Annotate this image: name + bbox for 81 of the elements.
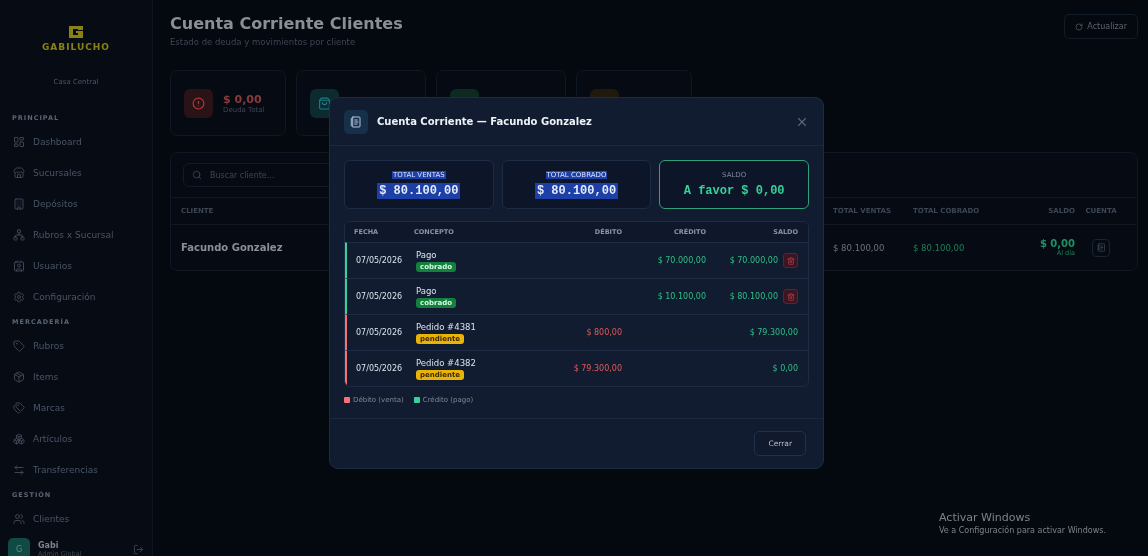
alert-icon bbox=[192, 96, 205, 110]
nav-item[interactable]: Transferencias bbox=[0, 454, 152, 485]
boxes-icon bbox=[13, 432, 25, 445]
trash-icon bbox=[786, 292, 795, 301]
concept-text: Pedido #4382 bbox=[416, 357, 476, 368]
table-cell-text: $ 80.100,00 bbox=[833, 242, 886, 253]
account-button[interactable] bbox=[1092, 238, 1110, 257]
credit-cell-text: $ 70.000,00 bbox=[656, 256, 706, 265]
hierarchy-icon bbox=[13, 228, 25, 241]
date-cell-text: 07/05/2026 bbox=[356, 328, 404, 337]
nav-label: Items bbox=[33, 371, 59, 382]
nav-item[interactable]: Usuarios bbox=[0, 250, 152, 281]
search-icon bbox=[192, 170, 202, 180]
arrows-icon bbox=[13, 463, 25, 476]
settings-icon bbox=[13, 290, 25, 303]
nav-item[interactable]: Items bbox=[0, 361, 152, 392]
summary-value: A favor $ 0,00 bbox=[682, 182, 786, 199]
activation-title: Activar Windows bbox=[939, 511, 1032, 524]
nav-label: Usuarios bbox=[33, 260, 72, 271]
summary-value: $ 80.100,00 bbox=[377, 182, 461, 199]
concept-text: Pago bbox=[416, 285, 437, 296]
page-title: Cuenta Corriente Clientes bbox=[170, 14, 403, 33]
dashboard-icon bbox=[13, 135, 25, 148]
refresh-button[interactable]: Actualizar bbox=[1064, 14, 1138, 39]
notebook-icon bbox=[350, 115, 362, 128]
delete-button[interactable] bbox=[783, 253, 798, 268]
nav-item[interactable]: Rubros x Sucursal bbox=[0, 219, 152, 250]
summary-value: $ 80.100,00 bbox=[534, 182, 619, 199]
balance-cell: $ 80.100,00 bbox=[729, 292, 778, 301]
logout-icon[interactable] bbox=[133, 543, 144, 555]
logo-text: GABILUCHO bbox=[41, 42, 111, 52]
user-name: Gabi bbox=[38, 540, 60, 550]
delete-button[interactable] bbox=[783, 289, 798, 304]
table-cell-text: $ 80.100,00 bbox=[913, 242, 966, 253]
nav-item[interactable]: Depósitos bbox=[0, 188, 152, 219]
debit-cell-text: $ 800,00 bbox=[585, 328, 622, 337]
nav-label: Configuración bbox=[33, 291, 96, 302]
credit-cell-text: $ 10.100,00 bbox=[656, 292, 706, 301]
concept-text: Pedido #4381 bbox=[416, 321, 476, 332]
tag-icon bbox=[13, 339, 25, 352]
refresh-icon bbox=[1075, 22, 1084, 31]
building-icon bbox=[13, 197, 25, 210]
client-name: Facundo Gonzalez bbox=[181, 242, 284, 253]
nav-label: Rubros x Sucursal bbox=[33, 229, 114, 240]
store-icon bbox=[13, 166, 25, 179]
nav-item[interactable]: Artículos bbox=[0, 423, 152, 454]
bag-icon bbox=[318, 96, 331, 110]
logo-icon bbox=[67, 24, 85, 40]
nav-label: Depósitos bbox=[33, 198, 78, 209]
dialog-title: Cuenta Corriente — Facundo Gonzalez bbox=[377, 116, 593, 127]
nav-label: Clientes bbox=[33, 513, 70, 524]
nav-label: Artículos bbox=[33, 433, 73, 444]
trash-icon bbox=[786, 256, 795, 265]
date-cell-text: 07/05/2026 bbox=[356, 364, 404, 373]
notebook-icon bbox=[1096, 243, 1106, 252]
concept-text: Pago bbox=[416, 249, 437, 260]
nav-item[interactable]: Sucursales bbox=[0, 157, 152, 188]
nav-label: Marcas bbox=[33, 402, 65, 413]
nav-item[interactable]: Dashboard bbox=[0, 126, 152, 157]
date-cell-text: 07/05/2026 bbox=[356, 292, 404, 301]
date-cell-text: 07/05/2026 bbox=[356, 256, 404, 265]
user-avatar: G bbox=[8, 538, 30, 556]
stat-value: $ 0,00 bbox=[223, 92, 263, 106]
balance-cell: $ 0,00 bbox=[772, 364, 798, 373]
balance-cell: $ 79.300,00 bbox=[749, 328, 798, 337]
nav-label: Sucursales bbox=[33, 167, 82, 178]
balance-cell: $ 70.000,00 bbox=[729, 256, 778, 265]
nav-label: Rubros bbox=[33, 340, 64, 351]
nav-item[interactable]: Marcas bbox=[0, 392, 152, 423]
tag-icon bbox=[13, 401, 25, 414]
balance-value: $ 0,00 bbox=[1039, 238, 1075, 249]
contact-card-icon bbox=[13, 259, 25, 272]
package-icon bbox=[13, 370, 25, 383]
activation-text: Ve a Configuración para activar Windows. bbox=[939, 526, 1106, 535]
nav-item[interactable]: Clientes bbox=[0, 503, 152, 534]
debit-cell-text: $ 79.300,00 bbox=[572, 364, 622, 373]
nav-label: Dashboard bbox=[33, 136, 82, 147]
nav-item[interactable]: Rubros bbox=[0, 330, 152, 361]
users-icon bbox=[13, 512, 25, 525]
nav-label: Transferencias bbox=[33, 464, 98, 475]
nav-item[interactable]: Configuración bbox=[0, 281, 152, 312]
